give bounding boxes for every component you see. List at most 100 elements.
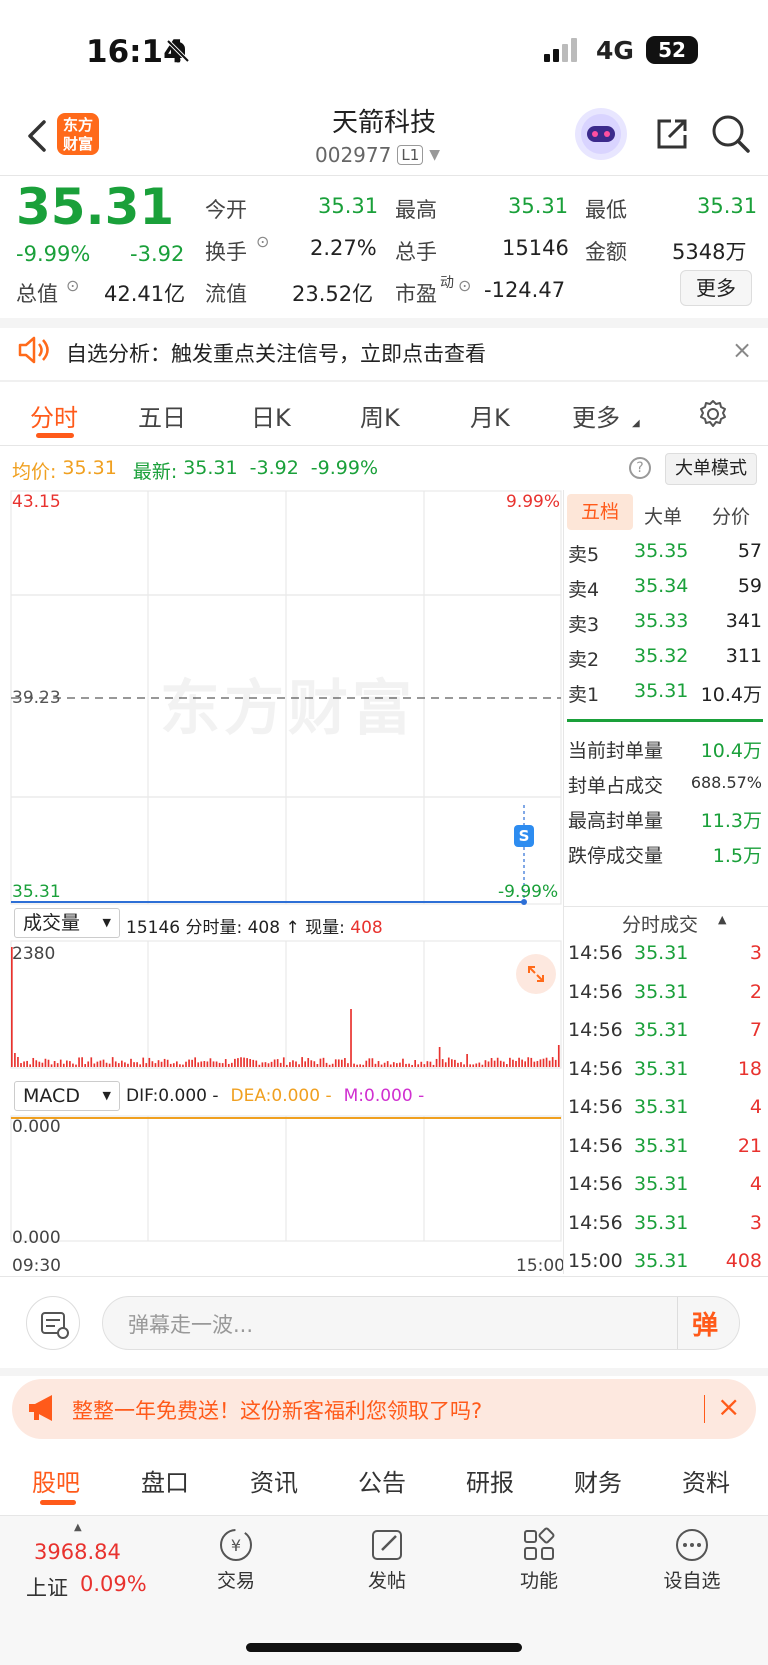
info-icon[interactable]: ⊙ xyxy=(458,276,471,295)
tick-time: 14:56 xyxy=(568,1057,623,1080)
tab-daily-k[interactable]: 日K xyxy=(251,398,291,433)
tab-monthly-k[interactable]: 月K xyxy=(470,398,510,433)
header-divider xyxy=(0,175,768,176)
promo-text: 整整一年免费送！这份新客福利您领取了吗? xyxy=(72,1399,483,1423)
info-icon[interactable]: ⊙ xyxy=(256,232,269,251)
index-widget[interactable]: ▲ 3968.84 上证 0.09% xyxy=(22,1522,162,1602)
volume-bar xyxy=(169,1063,172,1067)
volume-bar xyxy=(490,1058,493,1067)
volume-bar xyxy=(246,1058,248,1067)
volume-selector[interactable]: 成交量 ▼ xyxy=(14,908,120,938)
volume-bar xyxy=(331,1063,334,1067)
volume-bar xyxy=(377,1061,380,1067)
share-icon[interactable] xyxy=(651,113,691,157)
macd-dif: DIF:0.000 - xyxy=(126,1086,219,1106)
macd-dea: DEA:0.000 - xyxy=(230,1086,332,1106)
tab-more[interactable]: 更多 xyxy=(572,398,620,433)
post-button[interactable]: 发帖 xyxy=(342,1526,432,1593)
volume-bar xyxy=(102,1059,105,1067)
big-order-mode-button[interactable]: 大单模式 xyxy=(665,453,757,485)
time-axis-end: 15:00 xyxy=(516,1256,565,1276)
volume-bar xyxy=(524,1061,527,1067)
volume-bar xyxy=(530,1057,533,1067)
sub-tab[interactable]: 财务 xyxy=(574,1463,622,1498)
sub-tab[interactable]: 研报 xyxy=(466,1463,514,1498)
add-watchlist-button[interactable]: 设自选 xyxy=(647,1526,737,1593)
sub-tab[interactable]: 盘口 xyxy=(141,1463,189,1498)
volume-bar xyxy=(353,1063,355,1067)
volume-bar xyxy=(429,1061,432,1067)
sub-tab[interactable]: 公告 xyxy=(358,1463,406,1498)
current-price: 35.31 xyxy=(16,178,175,236)
volume-bar xyxy=(472,1064,475,1067)
danmu-toggle-button[interactable]: 弹 xyxy=(692,1305,718,1342)
volume-bar xyxy=(298,1064,300,1067)
low-value: 35.31 xyxy=(697,194,758,218)
trade-button[interactable]: ¥ 交易 xyxy=(191,1526,281,1593)
section-divider xyxy=(0,1368,768,1376)
volume-max: 2380 xyxy=(12,944,56,964)
volume-bar xyxy=(142,1057,145,1067)
info-icon[interactable]: ⊙ xyxy=(66,276,79,295)
macd-axis-bottom: 0.000 xyxy=(12,1228,61,1248)
volume-bar xyxy=(108,1063,111,1067)
high-value: 35.31 xyxy=(508,194,569,218)
sub-tab[interactable]: 资料 xyxy=(682,1463,730,1498)
macd-selector[interactable]: MACD ▼ xyxy=(14,1081,120,1111)
volume-bar xyxy=(347,1063,349,1067)
search-icon[interactable] xyxy=(710,113,752,159)
orderbook-tab-big[interactable]: 大单 xyxy=(644,502,682,529)
s-signal-marker[interactable]: S xyxy=(514,825,534,847)
volume-bar xyxy=(310,1060,313,1067)
function-button[interactable]: 功能 xyxy=(494,1526,584,1593)
volume-bar xyxy=(496,1057,499,1067)
sub-tab[interactable]: 资讯 xyxy=(250,1463,298,1498)
latest-price: 35.31 xyxy=(183,457,238,479)
more-button[interactable]: 更多 xyxy=(680,270,752,306)
tab-intraday[interactable]: 分时 xyxy=(30,398,78,433)
open-value: 35.31 xyxy=(318,194,379,218)
seal-stat-value: 11.3万 xyxy=(700,810,762,832)
section-divider xyxy=(0,318,768,328)
help-icon[interactable]: ? xyxy=(629,457,651,479)
analysis-banner-text[interactable]: 自选分析：触发重点关注信号，立即点击查看 xyxy=(66,338,486,368)
volume-bar xyxy=(502,1061,505,1067)
volume-info: 15146 分时量: 408 ↑ 现量: 408 xyxy=(126,913,383,938)
battery-level: 52 xyxy=(658,38,686,62)
intraday-info-line: 均价: 35.31 最新: 35.31 -3.92 -9.99% xyxy=(12,457,378,484)
volume-bar xyxy=(356,1064,358,1067)
index-pct: 0.09% xyxy=(80,1572,147,1596)
volume-bar xyxy=(365,1060,368,1067)
volume-bar xyxy=(14,1053,16,1067)
orderbook-divider xyxy=(567,719,763,722)
ask-price: 35.33 xyxy=(634,610,689,632)
expand-icon[interactable] xyxy=(516,954,556,994)
seal-stat-label: 最高封单量 xyxy=(568,810,664,832)
post-label: 发帖 xyxy=(367,1570,406,1592)
orderbook-tab-price[interactable]: 分价 xyxy=(712,502,750,529)
volume-bar xyxy=(179,1064,181,1067)
volume-bar xyxy=(328,1064,331,1067)
settings-gear-icon[interactable] xyxy=(697,398,729,434)
volume-value: 15146 xyxy=(502,236,569,260)
volume-bar xyxy=(166,1059,169,1067)
volume-bar xyxy=(234,1058,236,1067)
y-axis-mid: 39.23 xyxy=(12,688,61,708)
intraday-chart[interactable] xyxy=(0,490,563,1270)
sub-tab[interactable]: 股吧 xyxy=(32,1463,80,1498)
tab-weekly-k[interactable]: 周K xyxy=(360,398,400,433)
close-icon[interactable]: × xyxy=(717,1390,740,1423)
tab-five-day[interactable]: 五日 xyxy=(138,398,186,433)
robot-avatar[interactable] xyxy=(575,108,627,160)
danmu-settings-icon[interactable] xyxy=(26,1296,80,1350)
orderbook-tab-five[interactable]: 五档 xyxy=(567,494,633,530)
close-icon[interactable]: × xyxy=(732,336,752,364)
ticks-title[interactable]: 分时成交 xyxy=(622,910,698,937)
edit-icon xyxy=(372,1530,402,1560)
tick-volume: 21 xyxy=(737,1134,762,1157)
ask-label: 卖2 xyxy=(568,649,600,671)
stock-code-row[interactable]: 002977 L1 ▼ xyxy=(315,143,440,167)
latest-label: 最新: xyxy=(132,461,178,483)
volume-bar xyxy=(417,1064,420,1067)
amount-label: 金额 xyxy=(585,240,627,264)
